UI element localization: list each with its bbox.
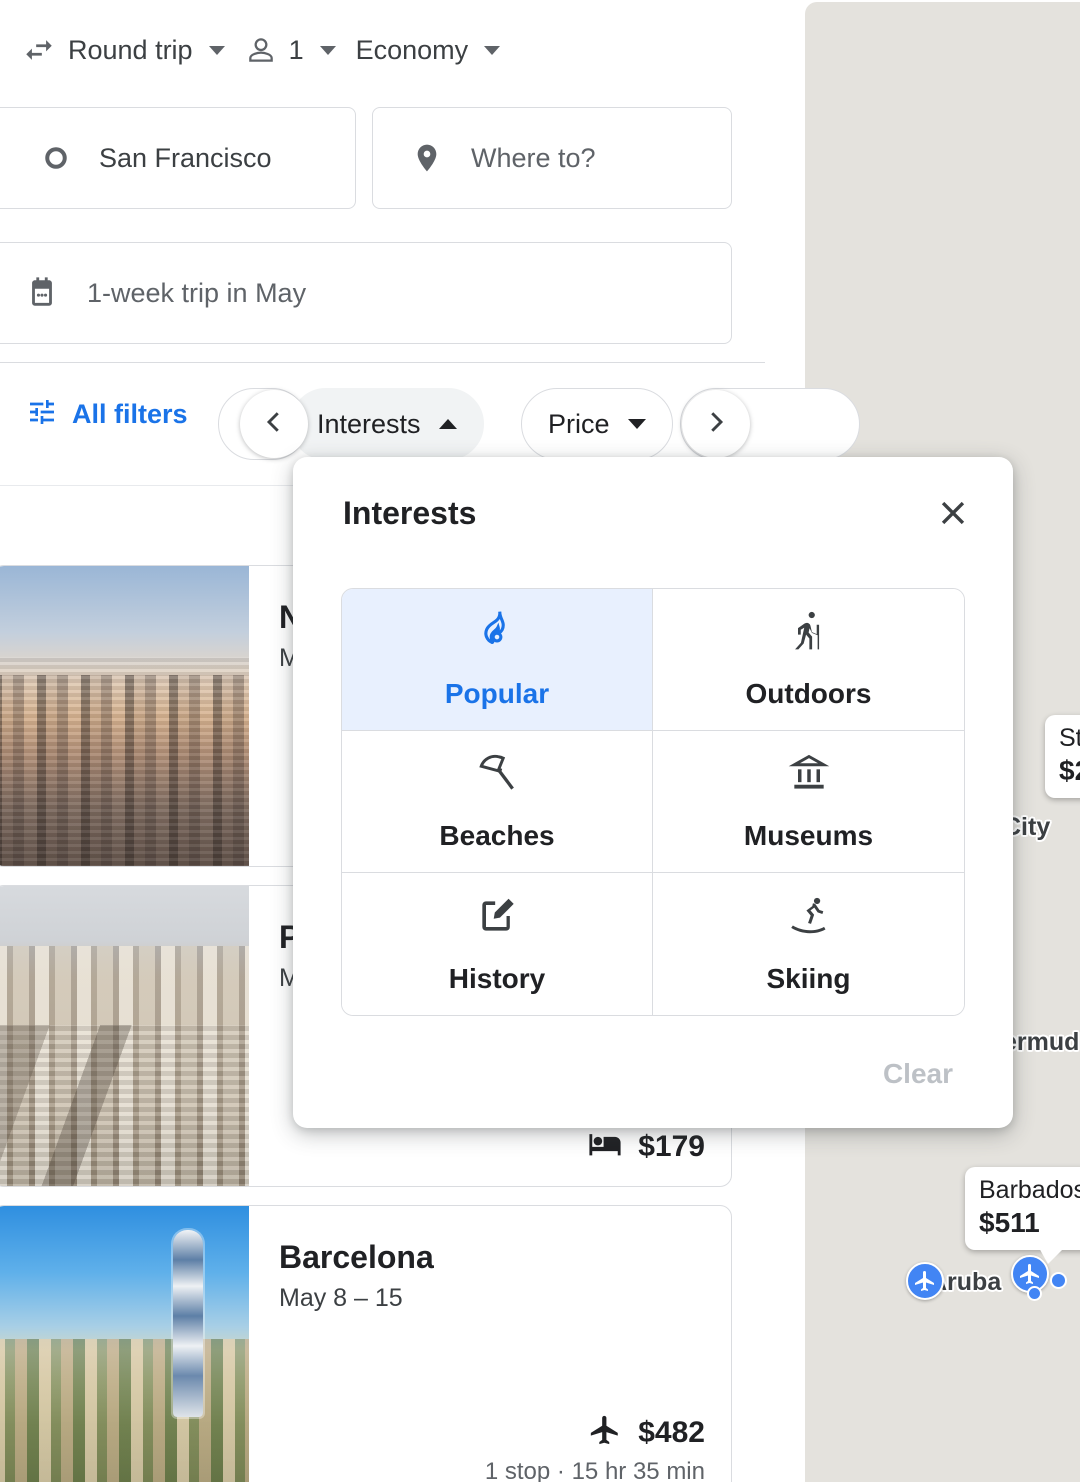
interest-option-label: Skiing <box>766 963 850 995</box>
dates-value: 1-week trip in May <box>87 278 306 309</box>
interests-dialog: Interests Popular Outdoors <box>293 457 1013 1128</box>
cabin-class-selector[interactable]: Economy <box>346 27 511 74</box>
filter-chip-price[interactable]: Price <box>521 388 673 460</box>
all-filters-label: All filters <box>72 399 188 430</box>
trip-type-selector[interactable]: Round trip <box>12 25 235 75</box>
passengers-count: 1 <box>289 35 304 66</box>
filter-chip-interests[interactable]: Interests <box>290 388 484 460</box>
chevron-left-icon <box>259 407 289 442</box>
interest-option-label: Museums <box>744 820 873 852</box>
dialog-footer: Clear <box>871 1048 965 1100</box>
destination-thumbnail <box>0 886 249 1187</box>
chevron-down-icon <box>209 46 225 55</box>
flight-price-row: $482 <box>485 1413 705 1452</box>
origin-value: San Francisco <box>99 143 272 174</box>
chevron-down-icon <box>628 419 646 429</box>
filter-chip-label: Price <box>548 409 610 440</box>
interest-option-skiing[interactable]: Skiing <box>653 873 964 1015</box>
all-filters-button[interactable]: All filters <box>26 396 188 433</box>
chevron-down-icon <box>320 46 336 55</box>
calendar-icon <box>25 276 59 310</box>
interest-option-label: Outdoors <box>746 678 872 710</box>
interest-option-beaches[interactable]: Beaches <box>342 731 653 873</box>
divider <box>0 362 765 363</box>
skiing-icon <box>787 894 831 943</box>
filter-bar: All filters Interests Price rl <box>0 388 805 462</box>
destination-prices: $179 <box>588 1127 705 1166</box>
person-icon <box>245 34 277 66</box>
interest-option-label: Beaches <box>439 820 554 852</box>
hiking-icon <box>787 609 831 658</box>
location-pin-icon <box>411 142 443 174</box>
map-price-card-barbados[interactable]: Barbados $511 <box>965 1167 1080 1250</box>
flame-icon <box>475 609 519 658</box>
origin-input[interactable]: San Francisco <box>0 107 356 209</box>
dialog-header: Interests <box>293 457 1013 541</box>
interests-option-grid: Popular Outdoors Beaches Museums <box>341 588 965 1016</box>
interest-option-popular[interactable]: Popular <box>342 589 653 731</box>
filter-scroll-right-button[interactable] <box>682 390 750 458</box>
cabin-class-label: Economy <box>356 35 469 66</box>
interest-option-history[interactable]: History <box>342 873 653 1015</box>
history-edu-icon <box>475 894 519 943</box>
museum-icon <box>787 751 831 800</box>
close-icon <box>936 496 970 535</box>
map-price-card-price: $2 <box>1059 755 1080 787</box>
airplane-icon <box>588 1413 622 1452</box>
destination-prices: $482 1 stop · 15 hr 35 min <box>485 1413 705 1482</box>
destination-card-body: Barcelona May 8 – 15 $482 1 stop · 15 hr… <box>249 1206 731 1482</box>
dialog-title: Interests <box>343 495 476 532</box>
destination-dates: May 8 – 15 <box>279 1284 705 1313</box>
swap-horiz-icon <box>22 33 56 67</box>
map-dot-marker[interactable] <box>1027 1286 1042 1301</box>
trip-options-row: Round trip 1 Economy <box>0 0 510 100</box>
filter-scroll-left-button[interactable] <box>240 390 308 458</box>
clear-button[interactable]: Clear <box>871 1048 965 1100</box>
filter-chip-label: Interests <box>317 409 421 440</box>
passengers-selector[interactable]: 1 <box>235 26 346 74</box>
destination-name: Barcelona <box>279 1240 705 1275</box>
flight-detail: 1 stop · 15 hr 35 min <box>485 1458 705 1482</box>
interest-option-label: History <box>449 963 545 995</box>
umbrella-icon <box>475 751 519 800</box>
chevron-down-icon <box>484 46 500 55</box>
chevron-up-icon <box>439 419 457 429</box>
trip-type-label: Round trip <box>68 35 193 66</box>
map-dot-marker[interactable] <box>1050 1272 1067 1289</box>
interest-option-outdoors[interactable]: Outdoors <box>653 589 964 731</box>
hotel-price: $179 <box>638 1130 705 1164</box>
chevron-right-icon <box>701 407 731 442</box>
map-price-card-name: Barbados <box>979 1176 1080 1205</box>
dates-input[interactable]: 1-week trip in May <box>0 242 732 344</box>
interest-option-label: Popular <box>445 678 549 710</box>
destination-input[interactable]: Where to? <box>372 107 732 209</box>
map-price-card-st[interactable]: St $2 <box>1045 715 1080 798</box>
hotel-price-row: $179 <box>588 1127 705 1166</box>
flight-price: $482 <box>638 1416 705 1450</box>
map-price-card-name: St <box>1059 724 1080 753</box>
airplane-marker-icon[interactable] <box>906 1262 944 1300</box>
interest-option-museums[interactable]: Museums <box>653 731 964 873</box>
map-price-card-price: $511 <box>979 1207 1080 1239</box>
close-button[interactable] <box>927 489 979 541</box>
hotel-bed-icon <box>588 1127 622 1166</box>
destination-card[interactable]: Barcelona May 8 – 15 $482 1 stop · 15 hr… <box>0 1205 732 1482</box>
destination-thumbnail <box>0 1206 249 1482</box>
tune-icon <box>26 396 58 433</box>
circle-origin-icon <box>41 143 71 173</box>
destination-placeholder: Where to? <box>471 143 596 174</box>
map-label-bermuda: ermud <box>1003 1028 1079 1057</box>
destination-thumbnail <box>0 566 249 867</box>
app-root: City ermud Aruba St $2 Barbados $511 <box>0 0 1080 1482</box>
